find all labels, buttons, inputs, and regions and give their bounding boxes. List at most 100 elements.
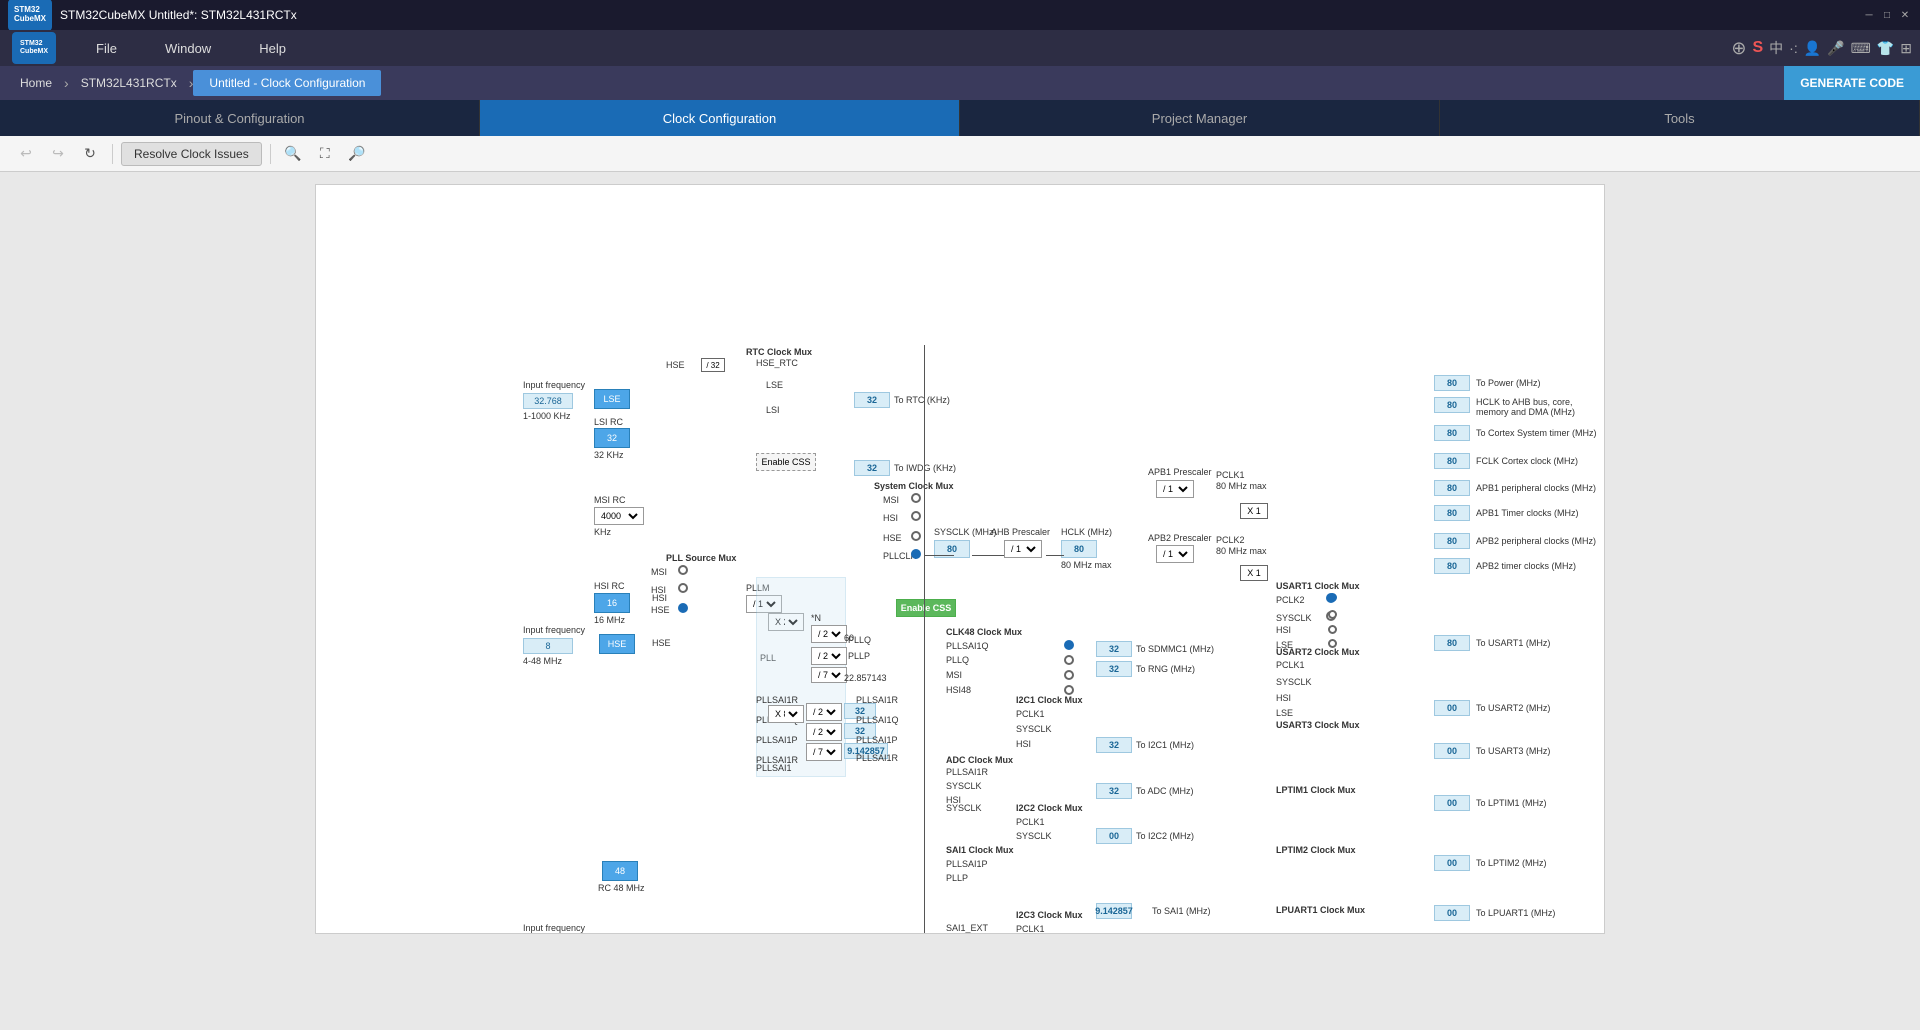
main-area[interactable]: Input frequency 1-1000 KHz LSE LSI RC 32…: [0, 172, 1920, 1030]
enable-css-1[interactable]: Enable CSS: [756, 453, 816, 471]
to-usart1-label: To USART1 (MHz): [1476, 638, 1550, 648]
rc48-box[interactable]: 48: [602, 861, 638, 881]
usart1-hsi-circle[interactable]: [1328, 625, 1337, 634]
usart2-pclk1: PCLK1: [1276, 660, 1305, 670]
ahb-prescaler-select[interactable]: / 1: [1004, 540, 1042, 558]
clk48-pllq: PLLQ: [946, 655, 969, 665]
clk48-circle-4[interactable]: [1064, 685, 1074, 695]
apb1-prescaler-select[interactable]: / 1: [1156, 480, 1194, 498]
tab-tools[interactable]: Tools: [1440, 100, 1920, 136]
to-i2c2-label: To I2C2 (MHz): [1136, 831, 1194, 841]
icon-mic: 🎤: [1827, 40, 1844, 57]
pll-mux-circle-hse[interactable]: [678, 603, 688, 613]
pllsai1-div1-select[interactable]: / 2: [806, 703, 842, 721]
tab-clock[interactable]: Clock Configuration: [480, 100, 960, 136]
apb2-prescaler-select[interactable]: / 1: [1156, 545, 1194, 563]
icon-dot: ·:: [1789, 40, 1798, 56]
to-adc-val: 32: [1096, 783, 1132, 799]
menu-file[interactable]: File: [88, 37, 125, 60]
to-apb1t-label: APB1 Timer clocks (MHz): [1476, 508, 1579, 518]
tab-pinout[interactable]: Pinout & Configuration: [0, 100, 480, 136]
hsi-rc-box[interactable]: 16: [594, 593, 630, 613]
undo-button[interactable]: ↩: [12, 140, 40, 168]
pllsai1-div3-select[interactable]: / 7: [806, 743, 842, 761]
sys-mux-circle-hsi[interactable]: [911, 511, 921, 521]
to-lptim1-val: 00: [1434, 795, 1470, 811]
hclk-val[interactable]: 80: [1061, 540, 1097, 558]
rtc-div32: / 32: [701, 358, 725, 372]
breadcrumb-device[interactable]: STM32L431RCTx: [69, 70, 189, 96]
usart1-sysclk-circle[interactable]: [1328, 610, 1337, 619]
pllq-div-select[interactable]: / 2: [811, 647, 847, 665]
lse-box[interactable]: LSE: [594, 389, 630, 409]
to-sai1-val: 9.142857: [1096, 903, 1132, 919]
zoom-in-button[interactable]: 🔍: [279, 140, 307, 168]
rtc-clock-mux-label: RTC Clock Mux: [746, 347, 812, 357]
breadcrumb-config[interactable]: Untitled - Clock Configuration: [193, 70, 381, 96]
lptim1-mux-label: LPTIM1 Clock Mux: [1276, 785, 1356, 795]
to-apb1t-val: 80: [1434, 505, 1470, 521]
i2c2-mux-label: I2C2 Clock Mux: [1016, 803, 1083, 813]
pclk2-max: 80 MHz max: [1216, 546, 1267, 556]
breadcrumb-home[interactable]: Home: [8, 70, 64, 96]
pll-mux-hsi: HSI: [651, 585, 666, 595]
enable-css-btn[interactable]: Enable CSS: [896, 599, 956, 617]
to-lptim1-label: To LPTIM1 (MHz): [1476, 798, 1547, 808]
pllr-div-select[interactable]: / 2: [811, 625, 847, 643]
sys-mux-circle-pllclk[interactable]: [911, 549, 921, 559]
minimize-button[interactable]: ─: [1862, 8, 1876, 22]
to-adc-label: To ADC (MHz): [1136, 786, 1194, 796]
pllsai1-div2-select[interactable]: / 2: [806, 723, 842, 741]
input-freq-1-input[interactable]: [523, 393, 573, 409]
hse-box[interactable]: HSE: [599, 634, 635, 654]
x1-apb1: X 1: [1240, 503, 1268, 519]
fit-button[interactable]: ⛶: [311, 140, 339, 168]
clk48-active-circle[interactable]: [1064, 640, 1074, 650]
msi-rc-select[interactable]: 4000: [594, 507, 644, 525]
clk48-pllsai1q: PLLSAI1Q: [946, 641, 989, 651]
window-controls[interactable]: ─ □ ✕: [1862, 8, 1912, 22]
menu-help[interactable]: Help: [251, 37, 294, 60]
pll-mux-circle-hsi[interactable]: [678, 583, 688, 593]
pllsai1-n-select[interactable]: X 8: [768, 705, 804, 723]
menu-window[interactable]: Window: [157, 37, 219, 60]
pllp-div-select[interactable]: / 7: [811, 667, 847, 683]
sys-mux-circle-msi[interactable]: [911, 493, 921, 503]
refresh-button[interactable]: ↻: [76, 140, 104, 168]
hsi-mux-label: HSI: [883, 513, 898, 523]
hclk-max: 80 MHz max: [1061, 560, 1112, 570]
clk48-circle-3[interactable]: [1064, 670, 1074, 680]
adc-mux-label: ADC Clock Mux: [946, 755, 1013, 765]
lsi-rc-box[interactable]: 32: [594, 428, 630, 448]
input-freq-2-input[interactable]: [523, 638, 573, 654]
pll-mux-circle-msi[interactable]: [678, 565, 688, 575]
resolve-clock-button[interactable]: Resolve Clock Issues: [121, 142, 262, 166]
to-i2c1-label: To I2C1 (MHz): [1136, 740, 1194, 750]
msi-rc-label: MSI RC: [594, 495, 626, 505]
usart1-mux-label: USART1 Clock Mux: [1276, 581, 1360, 591]
maximize-button[interactable]: □: [1880, 8, 1894, 22]
iwdg-out-box: 32: [854, 460, 890, 476]
clk48-mux-label: CLK48 Clock Mux: [946, 627, 1022, 637]
usart1-lse-circle[interactable]: [1328, 639, 1337, 648]
to-sdmmc1-val: 32: [1096, 641, 1132, 657]
to-apb1p-val: 80: [1434, 480, 1470, 496]
sys-mux-circle-hse[interactable]: [911, 531, 921, 541]
generate-code-button[interactable]: GENERATE CODE: [1784, 66, 1920, 100]
pllsai1p-label: PLLSAI1P: [756, 735, 798, 745]
close-button[interactable]: ✕: [1898, 8, 1912, 22]
menu-bar: STM32CubeMX File Window Help ⊕ S 中 ·: 👤 …: [0, 30, 1920, 66]
zoom-out-button[interactable]: 🔍: [343, 140, 371, 168]
tab-bar: Pinout & Configuration Clock Configurati…: [0, 100, 1920, 136]
tab-project[interactable]: Project Manager: [960, 100, 1440, 136]
pllq-out-label: PLLQ: [848, 635, 871, 645]
input-freq-3-label: Input frequency: [523, 923, 585, 933]
redo-button[interactable]: ↪: [44, 140, 72, 168]
msi-rc-unit: KHz: [594, 527, 611, 537]
usart2-hsi: HSI: [1276, 693, 1291, 703]
to-apb2t-label: APB2 timer clocks (MHz): [1476, 561, 1576, 571]
to-lpuart1-label: To LPUART1 (MHz): [1476, 908, 1555, 918]
wire-h-sysclk-2: [972, 555, 1004, 556]
usart1-pclk2-circle[interactable]: [1328, 593, 1337, 602]
clk48-circle-2[interactable]: [1064, 655, 1074, 665]
